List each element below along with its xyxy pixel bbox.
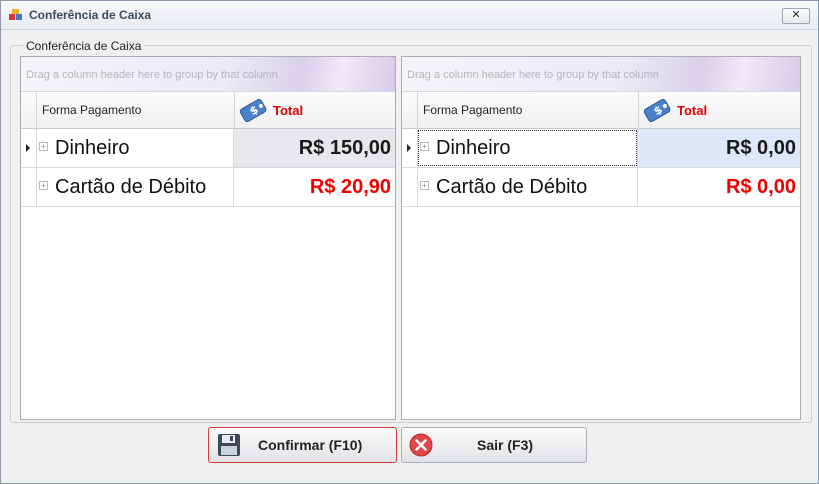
group-by-panel[interactable]: Drag a column header here to group by th… <box>402 57 800 92</box>
expand-plus-icon[interactable]: + <box>420 142 429 151</box>
close-button[interactable]: ✕ <box>782 8 810 24</box>
expand-plus-icon[interactable]: + <box>420 181 429 190</box>
red-x-circle-icon <box>409 433 433 457</box>
grid-header: Forma Pagamento $ Total <box>402 92 800 129</box>
current-row-arrow-icon <box>407 144 411 152</box>
cell-value: R$ 150,00 <box>298 137 391 159</box>
floppy-disk-icon <box>218 434 240 456</box>
confirm-button[interactable]: Confirmar (F10) <box>208 427 397 463</box>
column-header-forma-pagamento[interactable]: Forma Pagamento <box>36 92 234 128</box>
right-grid[interactable]: Drag a column header here to group by th… <box>401 56 801 420</box>
expand-plus-icon[interactable]: + <box>39 142 48 151</box>
column-header-total[interactable]: $ Total <box>638 92 801 128</box>
dialog-window: Conferência de Caixa ✕ Conferência de Ca… <box>0 0 819 484</box>
title-bar: Conferência de Caixa ✕ <box>1 1 818 30</box>
window-title: Conferência de Caixa <box>29 8 152 22</box>
row-indicator <box>21 168 37 206</box>
cell-text: Dinheiro <box>436 137 511 159</box>
cell-total[interactable]: R$ 0,00 <box>638 129 800 167</box>
price-tag-icon: $ <box>239 99 267 122</box>
column-header-total[interactable]: $ Total <box>234 92 396 128</box>
table-row[interactable]: + Cartão de Débito R$ 20,90 <box>21 168 395 207</box>
column-header-forma-pagamento[interactable]: Forma Pagamento <box>417 92 638 128</box>
app-icon <box>9 9 22 20</box>
current-row-arrow-icon <box>26 144 30 152</box>
cell-total[interactable]: R$ 20,90 <box>234 168 395 206</box>
table-row[interactable]: + Cartão de Débito R$ 0,00 <box>402 168 800 207</box>
group-title: Conferência de Caixa <box>23 39 145 53</box>
cell-value: R$ 0,00 <box>725 137 796 159</box>
column-header-label: Forma Pagamento <box>42 103 142 117</box>
exit-button[interactable]: Sair (F3) <box>401 427 587 463</box>
expand-plus-icon[interactable]: + <box>39 181 48 190</box>
column-header-label: Total <box>677 103 708 118</box>
table-row[interactable]: + Dinheiro R$ 0,00 <box>402 129 800 168</box>
cell-text: Cartão de Débito <box>55 176 207 198</box>
grid-header: Forma Pagamento $ Total <box>21 92 395 129</box>
cell-forma-pagamento[interactable]: + Dinheiro <box>36 129 234 167</box>
group-by-hint: Drag a column header here to group by th… <box>407 69 659 81</box>
cell-forma-pagamento[interactable]: + Cartão de Débito <box>417 168 638 206</box>
group-by-hint: Drag a column header here to group by th… <box>26 69 278 81</box>
cell-forma-pagamento[interactable]: + Cartão de Débito <box>36 168 234 206</box>
cell-text: Dinheiro <box>55 137 130 159</box>
row-indicator <box>402 168 418 206</box>
group-by-panel[interactable]: Drag a column header here to group by th… <box>21 57 395 92</box>
cell-value: R$ 0,00 <box>725 176 796 198</box>
row-indicator <box>402 129 418 167</box>
row-indicator <box>21 129 37 167</box>
cell-total[interactable]: R$ 0,00 <box>638 168 800 206</box>
left-grid[interactable]: Drag a column header here to group by th… <box>20 56 396 420</box>
cell-value: R$ 20,90 <box>309 176 391 198</box>
table-row[interactable]: + Dinheiro R$ 150,00 <box>21 129 395 168</box>
exit-button-label: Sair (F3) <box>477 437 534 453</box>
cell-forma-pagamento[interactable]: + Dinheiro <box>417 129 638 167</box>
price-tag-icon: $ <box>643 99 671 122</box>
confirm-button-label: Confirmar (F10) <box>258 437 363 453</box>
cell-total[interactable]: R$ 150,00 <box>234 129 395 167</box>
column-header-label: Total <box>273 103 304 118</box>
column-header-label: Forma Pagamento <box>423 103 523 117</box>
cell-text: Cartão de Débito <box>436 176 588 198</box>
